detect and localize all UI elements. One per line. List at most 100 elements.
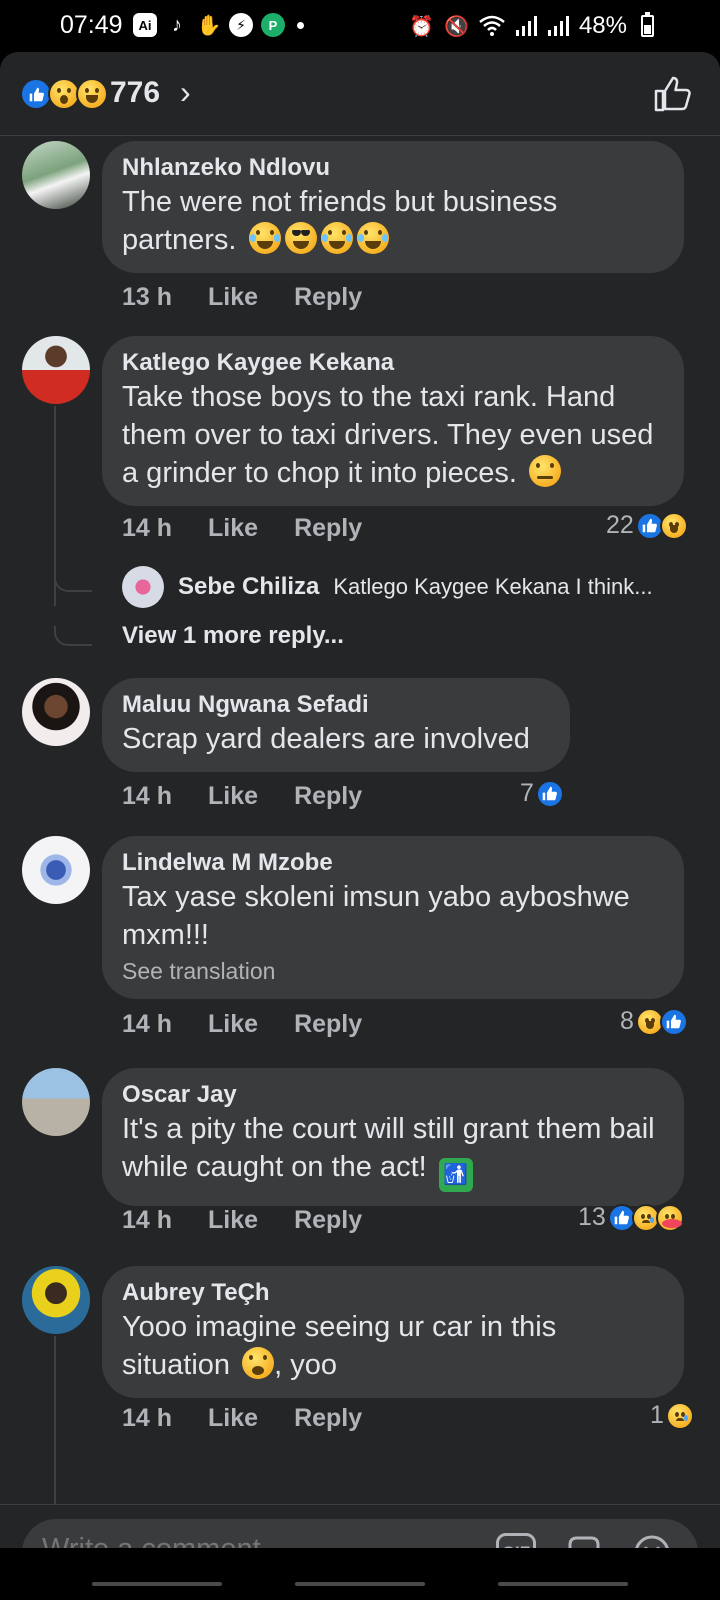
reply-button[interactable]: Reply (294, 1404, 362, 1433)
system-nav-bar (0, 1548, 720, 1600)
tears-of-joy-emoji-icon (248, 222, 281, 254)
commenter-name[interactable]: Lindelwa M Mzobe (122, 848, 664, 878)
avatar[interactable] (22, 1068, 90, 1136)
reactions-header[interactable]: 776 › (0, 52, 720, 136)
reply-author[interactable]: Sebe Chiliza (178, 573, 319, 601)
commenter-name[interactable]: Oscar Jay (122, 1080, 664, 1110)
avatar[interactable] (22, 1266, 90, 1334)
comment-bubble[interactable]: Katlego Kaygee Kekana Take those boys to… (102, 336, 684, 506)
like-button[interactable]: Like (208, 514, 258, 543)
comment-actions: 14 h Like Reply (122, 1206, 362, 1235)
nav-recents-indicator[interactable] (92, 1582, 222, 1586)
comment-bubble[interactable]: Maluu Ngwana Sefadi Scrap yard dealers a… (102, 678, 570, 772)
comment-bubble[interactable]: Aubrey TeÇh Yooo imagine seeing ur car i… (102, 1266, 684, 1398)
raised-eyebrow-emoji-icon (529, 455, 562, 487)
reaction-number: 7 (520, 779, 534, 807)
reply-text: Katlego Kaygee Kekana I think... (333, 574, 653, 599)
reaction-count[interactable]: 8 (620, 1007, 688, 1036)
like-button[interactable]: Like (208, 1010, 258, 1039)
comment-time: 14 h (122, 1404, 173, 1432)
commenter-name[interactable]: Maluu Ngwana Sefadi (122, 690, 550, 720)
like-reaction-icon (659, 1007, 688, 1036)
more-notifications-dot-icon (297, 21, 304, 29)
reaction-count[interactable]: 7 (520, 779, 564, 808)
sad-reaction-icon (665, 1401, 694, 1430)
litter-bin-emoji-icon: 🚮 (438, 1158, 473, 1192)
wifi-icon (479, 15, 505, 36)
comment-actions: 14 h Like Reply (122, 1404, 362, 1433)
comment-actions: 14 h Like Reply (122, 782, 362, 811)
reaction-number: 1 (650, 1401, 664, 1429)
commenter-name[interactable]: Nhlanzeko Ndlovu (122, 153, 664, 183)
comment-text: Scrap yard dealers are involved (122, 723, 530, 755)
nav-home-indicator[interactable] (295, 1582, 425, 1586)
alarm-icon: ⏰ (409, 15, 435, 38)
chevron-right-icon[interactable]: › (180, 74, 191, 111)
avatar[interactable] (22, 141, 90, 209)
signal-icon (515, 16, 537, 36)
thread-connector (54, 626, 92, 646)
like-button[interactable]: Like (208, 782, 258, 811)
comment-time: 13 h (122, 283, 173, 311)
see-translation-link[interactable]: See translation (122, 958, 664, 985)
comment-bubble[interactable]: Oscar Jay It's a pity the court will sti… (102, 1068, 684, 1206)
ai-app-icon: Ai (133, 13, 157, 37)
reaction-count[interactable]: 1 (650, 1401, 694, 1430)
status-bar: 07:49 Ai ♪ ✋ ⚡ P ⏰ 🔇 48% (0, 0, 720, 52)
thumbs-up-icon[interactable] (652, 74, 692, 114)
avatar[interactable] (22, 336, 90, 404)
reaction-number: 8 (620, 1007, 634, 1035)
comment-time: 14 h (122, 1206, 173, 1234)
reply-button[interactable]: Reply (294, 1010, 362, 1039)
like-reaction-icon (535, 779, 564, 808)
care-reaction-icon (655, 1203, 684, 1232)
nav-back-indicator[interactable] (498, 1582, 628, 1586)
comment-time: 14 h (122, 514, 173, 542)
reaction-count[interactable]: 22 (606, 511, 688, 540)
commenter-name[interactable]: Katlego Kaygee Kekana (122, 348, 664, 378)
tears-of-joy-emoji-icon (320, 222, 353, 254)
comment-text: Yooo imagine seeing ur car in this situa… (122, 1311, 557, 1381)
reply-avatar[interactable] (122, 566, 164, 608)
haha-reaction-icon (659, 511, 688, 540)
avatar[interactable] (22, 678, 90, 746)
comment-bubble[interactable]: Nhlanzeko Ndlovu The were not friends bu… (102, 141, 684, 273)
thread-connector (54, 572, 92, 592)
comment-time: 14 h (122, 1010, 173, 1038)
commenter-name[interactable]: Aubrey TeÇh (122, 1278, 664, 1308)
comment-bubble[interactable]: Lindelwa M Mzobe Tax yase skoleni imsun … (102, 836, 684, 999)
avatar[interactable] (22, 836, 90, 904)
messenger-icon: ⚡ (229, 13, 253, 37)
battery-percent: 48% (578, 12, 627, 39)
reply-button[interactable]: Reply (294, 1206, 362, 1235)
comment-text: It's a pity the court will still grant t… (122, 1110, 664, 1192)
p-app-icon: P (261, 13, 285, 37)
comments-panel: 776 › Nhlanzeko Ndlovu The were not frie… (0, 52, 720, 1600)
cool-emoji-icon (284, 222, 317, 254)
system-icons: ⏰ 🔇 48% (409, 12, 654, 40)
hand-icon: ✋ (196, 14, 222, 37)
comment-time: 14 h (122, 782, 173, 810)
reaction-count[interactable]: 13 (578, 1203, 684, 1232)
comment-text: Tax yase skoleni imsun yabo ayboshwe mxm… (122, 881, 630, 951)
view-more-replies-link[interactable]: View 1 more reply... (122, 622, 344, 650)
status-time: 07:49 (60, 11, 123, 39)
reply-button[interactable]: Reply (294, 514, 362, 543)
reply-preview[interactable]: Sebe Chiliza Katlego Kaygee Kekana I thi… (122, 566, 653, 608)
reply-button[interactable]: Reply (294, 782, 362, 811)
comment-text: Take those boys to the taxi rank. Hand t… (122, 381, 654, 489)
flushed-face-emoji-icon (242, 1347, 275, 1379)
signal-icon-2 (547, 16, 569, 36)
reply-button[interactable]: Reply (294, 283, 362, 312)
haha-reaction-icon (76, 78, 108, 110)
comment-actions: 14 h Like Reply (122, 1010, 362, 1039)
tiktok-icon: ♪ (172, 13, 182, 36)
like-button[interactable]: Like (208, 1206, 258, 1235)
like-button[interactable]: Like (208, 1404, 258, 1433)
reaction-summary-icons (20, 78, 108, 110)
like-button[interactable]: Like (208, 283, 258, 312)
reaction-number: 13 (578, 1203, 606, 1231)
mute-icon: 🔇 (444, 15, 469, 38)
comment-actions: 14 h Like Reply (122, 514, 362, 543)
reaction-count[interactable]: 776 (110, 76, 160, 110)
